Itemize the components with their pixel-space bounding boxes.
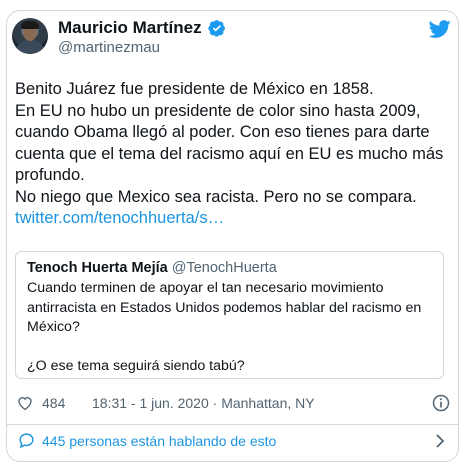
author-name-block[interactable]: Mauricio Martínez @martinezmau <box>58 18 226 58</box>
speech-bubble-icon <box>19 433 34 449</box>
tweet-meta: 484 18:31 - 1 jun. 2020 · Manhattan, NY <box>16 393 451 413</box>
tweet-line: Benito Juárez fue presidente de México e… <box>15 80 374 98</box>
quoted-display-name: Tenoch Huerta Mejía <box>27 260 168 276</box>
quoted-paragraph: Cuando terminen de apoyar el tan necesar… <box>27 280 422 335</box>
quoted-tweet[interactable]: Tenoch Huerta Mejía @TenochHuerta Cuando… <box>15 251 444 379</box>
quoted-author: Tenoch Huerta Mejía @TenochHuerta <box>27 258 277 278</box>
quoted-text: Cuando terminen de apoyar el tan necesar… <box>27 279 437 377</box>
tweet-timestamp[interactable]: 18:31 - 1 jun. 2020 · Manhattan, NY <box>92 393 315 413</box>
tweet-header: Mauricio Martínez @martinezmau <box>12 18 453 68</box>
quoted-paragraph: ¿O ese tema seguirá siendo tabú? <box>27 358 245 374</box>
author-avatar[interactable] <box>12 18 48 54</box>
author-handle[interactable]: @martinezmau <box>58 38 226 58</box>
conversation-label[interactable]: 445 personas están hablando de esto <box>42 431 276 451</box>
like-count[interactable]: 484 <box>42 393 65 413</box>
divider <box>6 424 459 425</box>
tweet-link[interactable]: twitter.com/tenochhuerta/s… <box>15 209 224 227</box>
author-display-name[interactable]: Mauricio Martínez <box>58 18 202 38</box>
quoted-handle: @TenochHuerta <box>171 260 277 276</box>
tweet-text: Benito Juárez fue presidente de México e… <box>15 79 445 230</box>
heart-icon[interactable] <box>16 394 34 412</box>
conversation-link[interactable]: 445 personas están hablando de esto <box>18 431 447 451</box>
verified-badge-icon <box>208 20 225 37</box>
chevron-right-icon[interactable] <box>433 433 447 449</box>
info-icon[interactable] <box>431 393 451 413</box>
tweet-line: No niego que Mexico sea racista. Pero no… <box>15 187 417 206</box>
tweet-line: En EU no hubo un presidente de color sin… <box>15 101 444 185</box>
twitter-bird-icon[interactable] <box>429 18 451 40</box>
